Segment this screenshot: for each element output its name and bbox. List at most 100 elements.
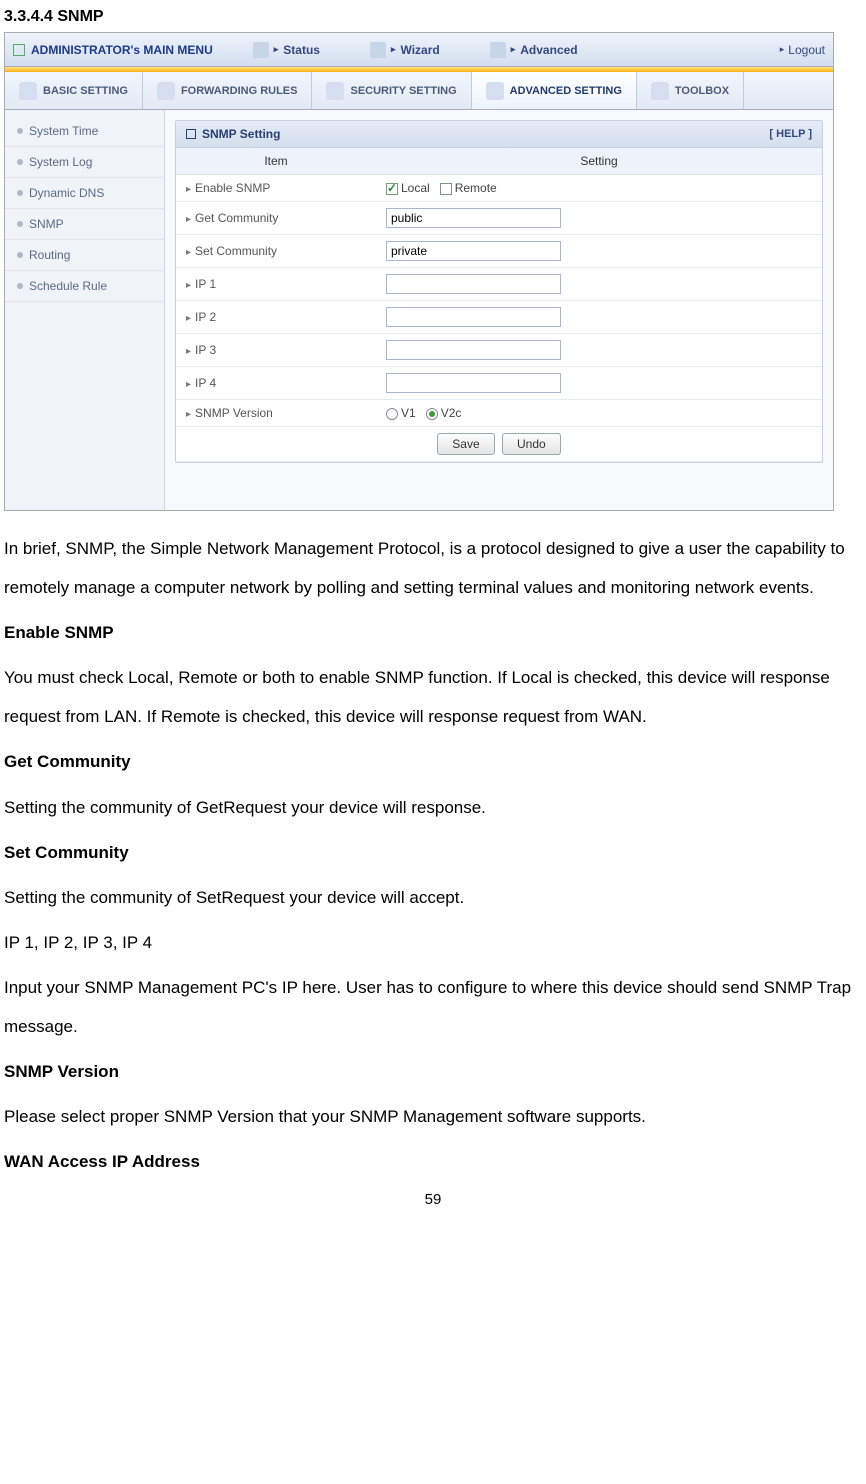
row-ip4: ▸IP 4 [176,367,822,400]
arrow-icon: ▸ [186,214,191,225]
help-link[interactable]: [ HELP ] [769,128,812,140]
arrow-icon: ▸ [186,247,191,258]
item-label: Enable SNMP [195,181,270,195]
row-snmp-version: ▸SNMP Version V1 V2c [176,400,822,427]
sidebar-item-snmp[interactable]: SNMP [5,209,164,240]
row-enable-snmp: ▸ Enable SNMP Local Remote [176,175,822,202]
header-setting: Setting [376,148,822,175]
panel-title: SNMP Setting [202,127,280,141]
panel-header: SNMP Setting [ HELP ] [176,121,822,148]
bullet-icon [17,221,23,227]
tab-label: SECURITY SETTING [350,85,456,97]
item-label: IP 2 [195,310,216,324]
top-item-status[interactable]: ▸ Status [253,42,320,58]
ip1-input[interactable] [386,274,561,294]
bullet-icon [17,283,23,289]
sidebar-item-dynamic-dns[interactable]: Dynamic DNS [5,178,164,209]
row-ip2: ▸ IP 2 [176,301,822,334]
ip3-input[interactable] [386,340,561,360]
item-label: SNMP Version [195,406,273,420]
sidebar-item-label: Dynamic DNS [29,186,104,200]
status-icon [253,42,269,58]
arrow-icon: ▸ [186,346,191,357]
header-item: Item [176,148,376,175]
bullet-icon [17,159,23,165]
forwarding-icon [157,82,175,100]
triangle-icon: ▸ [274,44,279,55]
heading-enable-snmp: Enable SNMP [4,613,862,652]
tab-forwarding-rules[interactable]: FORWARDING RULES [143,72,313,109]
top-item-label: Advanced [520,43,577,57]
page-number: 59 [4,1191,862,1208]
tab-basic-setting[interactable]: BASIC SETTING [5,72,143,109]
local-checkbox[interactable] [386,183,398,195]
wizard-icon [370,42,386,58]
tab-bar: BASIC SETTING FORWARDING RULES SECURITY … [5,72,833,110]
get-community-input[interactable] [386,208,561,228]
sidebar-item-routing[interactable]: Routing [5,240,164,271]
paragraph-ips: Input your SNMP Management PC's IP here.… [4,968,862,1046]
remote-checkbox[interactable] [440,183,452,195]
save-button[interactable]: Save [437,433,494,455]
top-item-label: Status [283,43,320,57]
top-menu-bar: ADMINISTRATOR's MAIN MENU ▸ Status ▸ Wiz… [5,33,833,67]
sidebar: System Time System Log Dynamic DNS SNMP … [5,110,165,510]
router-admin-screenshot: ADMINISTRATOR's MAIN MENU ▸ Status ▸ Wiz… [4,32,834,511]
sidebar-item-system-log[interactable]: System Log [5,147,164,178]
item-label: Get Community [195,211,278,225]
logout-link[interactable]: ▸ Logout [780,43,825,57]
row-ip1: ▸IP 1 [176,268,822,301]
snmp-form-table: Item Setting ▸ Enable SNMP Local Remote ▸… [176,148,822,462]
sidebar-item-label: SNMP [29,217,64,231]
triangle-icon: ▸ [780,44,785,55]
heading-ips: IP 1, IP 2, IP 3, IP 4 [4,923,862,962]
button-row: Save Undo [176,427,822,462]
admin-main-menu-title: ADMINISTRATOR's MAIN MENU [31,43,213,57]
arrow-icon: ▸ [186,379,191,390]
tab-label: FORWARDING RULES [181,85,298,97]
sidebar-item-schedule-rule[interactable]: Schedule Rule [5,271,164,302]
advanced-icon [490,42,506,58]
panel-icon [186,129,196,139]
row-get-community: ▸ Get Community [176,202,822,235]
set-community-input[interactable] [386,241,561,261]
remote-label: Remote [455,181,497,195]
heading-get-community: Get Community [4,742,862,781]
table-header-row: Item Setting [176,148,822,175]
paragraph-get-community: Setting the community of GetRequest your… [4,788,862,827]
ip4-input[interactable] [386,373,561,393]
row-ip3: ▸IP 3 [176,334,822,367]
item-label: IP 1 [195,277,216,291]
intro-paragraph: In brief, SNMP, the Simple Network Manag… [4,529,862,607]
arrow-icon: ▸ [186,313,191,324]
advanced-setting-icon [486,82,504,100]
basic-setting-icon [19,82,37,100]
v2c-radio[interactable] [426,408,438,420]
tab-advanced-setting[interactable]: ADVANCED SETTING [472,72,637,109]
local-label: Local [401,181,430,195]
bullet-icon [17,190,23,196]
triangle-icon: ▸ [391,44,396,55]
toolbox-icon [651,82,669,100]
tab-toolbox[interactable]: TOOLBOX [637,72,744,109]
ip2-input[interactable] [386,307,561,327]
paragraph-enable-snmp: You must check Local, Remote or both to … [4,658,862,736]
triangle-icon: ▸ [511,44,516,55]
v1-label: V1 [401,406,416,420]
top-item-label: Wizard [401,43,440,57]
sidebar-item-label: System Log [29,155,92,169]
v1-radio[interactable] [386,408,398,420]
security-icon [326,82,344,100]
bullet-icon [17,252,23,258]
logout-label: Logout [788,43,825,57]
v2c-label: V2c [441,406,462,420]
undo-button[interactable]: Undo [502,433,561,455]
sidebar-item-system-time[interactable]: System Time [5,116,164,147]
top-item-advanced[interactable]: ▸ Advanced [490,42,578,58]
sidebar-item-label: System Time [29,124,98,138]
bullet-icon [17,128,23,134]
top-item-wizard[interactable]: ▸ Wizard [370,42,440,58]
menu-icon [13,44,25,56]
tab-security-setting[interactable]: SECURITY SETTING [312,72,471,109]
arrow-icon: ▸ [186,184,191,195]
